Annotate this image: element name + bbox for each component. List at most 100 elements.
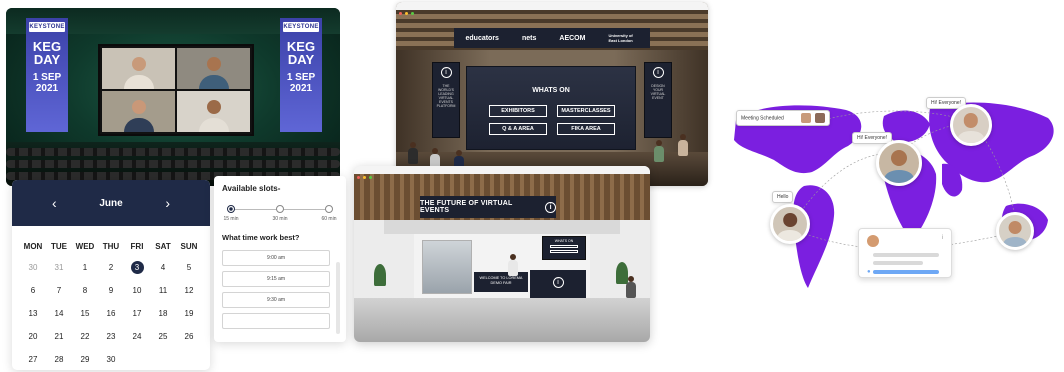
calendar-day[interactable]: 23 (98, 330, 124, 343)
whats-on-board: WHATS ON EXHIBITORS MASTERCLASSES Q & A … (466, 66, 636, 150)
calendar-day[interactable]: 4 (150, 261, 176, 274)
lobby-floor (354, 298, 650, 342)
calendar-day[interactable]: 28 (46, 353, 72, 366)
calendar-day[interactable]: 2 (98, 261, 124, 274)
participant-video-tile[interactable] (102, 48, 175, 89)
info-icon[interactable]: i (545, 201, 556, 213)
calendar-day[interactable]: 26 (176, 330, 202, 343)
qa-area-button[interactable]: Q & A AREA (489, 123, 547, 135)
composite-canvas: KEYSTONE KEG DAY 1 SEP 2021 KEYSTONE KEG… (0, 0, 1064, 372)
radio-selected-icon (227, 205, 235, 213)
masterclasses-button[interactable]: MASTERCLASSES (557, 105, 615, 117)
banner-brand: KEYSTONE (283, 22, 319, 32)
chat-bubble: Hi! Everyone! (852, 132, 893, 144)
calendar-day[interactable]: 22 (72, 330, 98, 343)
sponsor-logo: nets (521, 34, 537, 42)
time-slot-button[interactable]: 9:15 am (222, 271, 330, 287)
time-slot-picker: Available slots- 15 min 30 min 60 min Wh… (214, 176, 346, 342)
lobby-glass-door[interactable] (422, 240, 472, 294)
sponsor-logo-bar: educators nets AECOM University of East … (454, 28, 650, 48)
banner-title: KEG DAY (286, 39, 316, 67)
calendar-day[interactable]: 5 (176, 261, 202, 274)
weekday-label: FRI (130, 242, 144, 251)
next-month-icon[interactable]: › (165, 195, 170, 211)
calendar-day[interactable]: 27 (20, 353, 46, 366)
calendar-day[interactable]: 24 (124, 330, 150, 343)
calendar-day[interactable]: 13 (20, 307, 46, 320)
desk-sign: WELCOME TO LOREMA DEMO FAIR (479, 276, 523, 285)
sponsor-logo: educators (465, 34, 499, 42)
calendar-day[interactable]: 25 (150, 330, 176, 343)
time-slot-button[interactable]: 9:00 am (222, 250, 330, 266)
attendee-figure (626, 276, 636, 298)
radio-icon (325, 205, 333, 213)
user-avatar[interactable] (770, 204, 810, 244)
calendar-day[interactable]: 18 (150, 307, 176, 320)
calendar-day[interactable]: 9 (98, 284, 124, 297)
event-banner-right: KEYSTONE KEG DAY 1 SEP 2021 (280, 18, 322, 132)
message-card[interactable]: i ● (858, 228, 952, 278)
duration-option[interactable]: 15 min (214, 205, 248, 222)
weekday-label: MON (23, 242, 43, 251)
attendee-figure (678, 134, 688, 156)
calendar-day[interactable]: 12 (176, 284, 202, 297)
info-pillar-right[interactable]: i DESIGN YOUR VIRTUAL EVENT (644, 62, 672, 138)
prev-month-icon[interactable]: ‹ (52, 195, 57, 211)
calendar-day-selected[interactable]: 3 (130, 261, 144, 274)
calendar-day[interactable]: 30 (98, 353, 124, 366)
auditorium-video-stage: KEYSTONE KEG DAY 1 SEP 2021 KEYSTONE KEG… (6, 8, 340, 186)
plant-decoration (374, 264, 386, 286)
info-icon: i (552, 277, 564, 288)
calendar-day[interactable]: 30 (20, 261, 46, 274)
date-picker-calendar: ‹ June › MON TUE WED THU FRI SAT SUN 30 31 1 2 3 4 5 6… (12, 180, 210, 370)
calendar-day[interactable]: 16 (98, 307, 124, 320)
sponsor-logo: AECOM (559, 34, 586, 42)
receptionist-figure (508, 254, 518, 276)
user-avatar[interactable] (950, 104, 992, 146)
attendee-figure (654, 140, 664, 162)
time-slot-button[interactable]: 9:30 am (222, 292, 330, 308)
participant-video-tile[interactable] (102, 91, 175, 132)
reception-desk[interactable]: WELCOME TO LOREMA DEMO FAIR (474, 272, 528, 292)
calendar-day[interactable]: 29 (72, 353, 98, 366)
info-pillar-left[interactable]: i THE WORLD'S LEADING VIRTUAL EVENTS PLA… (432, 62, 460, 138)
info-icon[interactable]: i (942, 235, 943, 241)
participant-video-tile[interactable] (177, 48, 250, 89)
duration-option[interactable]: 60 min (312, 205, 346, 222)
duration-option[interactable]: 30 min (263, 205, 297, 222)
event-banner-left: KEYSTONE KEG DAY 1 SEP 2021 (26, 18, 68, 132)
weekday-label: SAT (155, 242, 171, 251)
whats-on-heading: WHATS ON (532, 87, 570, 94)
calendar-day[interactable]: 11 (150, 284, 176, 297)
duration-label: 15 min (223, 216, 239, 222)
fika-area-button[interactable]: FIKA AREA (557, 123, 615, 135)
calendar-day[interactable]: 1 (72, 261, 98, 274)
exhibitors-button[interactable]: EXHIBITORS (489, 105, 547, 117)
slots-scrollbar[interactable] (336, 262, 340, 334)
calendar-day[interactable]: 15 (72, 307, 98, 320)
calendar-day[interactable]: 17 (124, 307, 150, 320)
calendar-day[interactable]: 19 (176, 307, 202, 320)
time-slot-button[interactable] (222, 313, 330, 329)
weekday-label: THU (102, 242, 120, 251)
screen-title: WHATS ON (554, 239, 574, 243)
banner-brand: KEYSTONE (29, 22, 65, 32)
info-icon: i (652, 67, 664, 78)
calendar-day[interactable]: 21 (46, 330, 72, 343)
virtual-lobby: THE FUTURE OF VIRTUAL EVENTS i WHATS ON … (354, 166, 650, 342)
calendar-day[interactable]: 20 (20, 330, 46, 343)
user-avatar[interactable] (996, 212, 1034, 250)
participant-video-tile[interactable] (177, 91, 250, 132)
lobby-soffit (384, 220, 620, 234)
calendar-day[interactable]: 31 (46, 261, 72, 274)
calendar-day[interactable]: 10 (124, 284, 150, 297)
calendar-day[interactable]: 14 (46, 307, 72, 320)
calendar-day[interactable]: 8 (72, 284, 98, 297)
duration-label: 30 min (272, 216, 288, 222)
user-avatar[interactable] (876, 140, 922, 186)
calendar-day[interactable]: 7 (46, 284, 72, 297)
calendar-day[interactable]: 6 (20, 284, 46, 297)
banner-title: KEG DAY (32, 39, 62, 67)
info-kiosk[interactable]: i (530, 270, 586, 298)
lobby-whats-on-screen[interactable]: WHATS ON (542, 236, 586, 260)
